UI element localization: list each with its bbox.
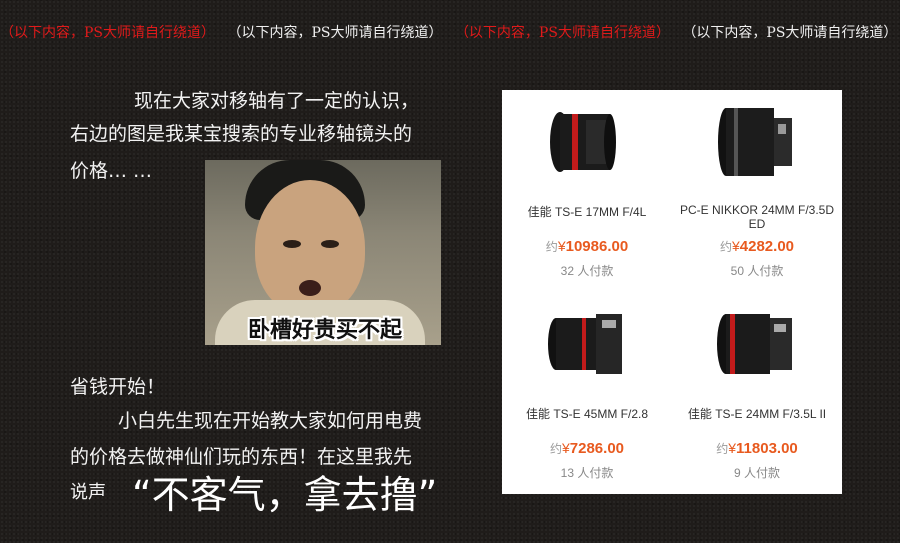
banner-text: （以下内容，PS大师请自行绕道） [0, 25, 216, 41]
product-grid: 佳能 TS-E 17MM F/4L 约¥10986.00 32 人付款 PC-E… [502, 90, 842, 494]
product-card[interactable]: 佳能 TS-E 24MM F/3.5L II 约¥11803.00 9 人付款 [672, 292, 842, 494]
banner-text: （以下内容，PS大师请自行绕道） [682, 25, 898, 41]
product-price: 约¥7286.00 [549, 440, 625, 457]
outro-quote: “不客气，拿去撸” [132, 473, 438, 517]
intro-line-3: 价格… … [70, 160, 153, 182]
banner-text: （以下内容，PS大师请自行绕道） [454, 25, 670, 41]
tilt-shift-lens-icon [718, 108, 792, 176]
meme-eye [283, 240, 301, 248]
product-sales: 32 人付款 [560, 264, 614, 278]
product-card[interactable]: PC-E NIKKOR 24MM F/3.5D ED 约¥4282.00 50 … [672, 90, 842, 292]
tilt-shift-lens-icon [717, 314, 792, 374]
banner-text: （以下内容，PS大师请自行绕道） [227, 25, 443, 41]
product-name[interactable]: 佳能 TS-E 24MM F/3.5L II [672, 405, 842, 422]
product-name[interactable]: PC-E NIKKOR 24MM F/3.5D ED [672, 203, 842, 231]
product-price: 约¥10986.00 [545, 238, 629, 255]
product-sales: 50 人付款 [730, 264, 784, 278]
product-name[interactable]: 佳能 TS-E 45MM F/2.8 [502, 405, 672, 422]
meme-eye [321, 240, 339, 248]
product-sales: 9 人付款 [733, 466, 780, 480]
disclaimer-banner: （以下内容，PS大师请自行绕道） （以下内容，PS大师请自行绕道） （以下内容，… [0, 22, 900, 44]
tilt-shift-lens-icon [550, 112, 616, 172]
tilt-shift-lens-icon [548, 314, 622, 374]
product-name[interactable]: 佳能 TS-E 17MM F/4L [502, 203, 672, 220]
outro-line-2: 小白先生现在开始教大家如何用电费 [118, 410, 423, 432]
product-price: 约¥4282.00 [719, 238, 795, 255]
outro-line-4: 说声 [70, 482, 106, 503]
meme-image: 卧槽好贵买不起 [205, 160, 441, 345]
intro-line-2: 右边的图是我某宝搜索的专业移轴镜头的 [70, 123, 413, 145]
product-price: 约¥11803.00 [716, 440, 798, 457]
meme-mouth [299, 280, 321, 296]
product-sales: 13 人付款 [560, 466, 614, 480]
outro-line-1: 省钱开始！ [70, 376, 166, 398]
product-card[interactable]: 佳能 TS-E 17MM F/4L 约¥10986.00 32 人付款 [502, 90, 672, 292]
product-card[interactable]: 佳能 TS-E 45MM F/2.8 约¥7286.00 13 人付款 [502, 292, 672, 494]
intro-line-1: 现在大家对移轴有了一定的认识， [134, 90, 420, 112]
meme-caption: 卧槽好贵买不起 [247, 317, 402, 343]
meme-face [255, 180, 365, 315]
